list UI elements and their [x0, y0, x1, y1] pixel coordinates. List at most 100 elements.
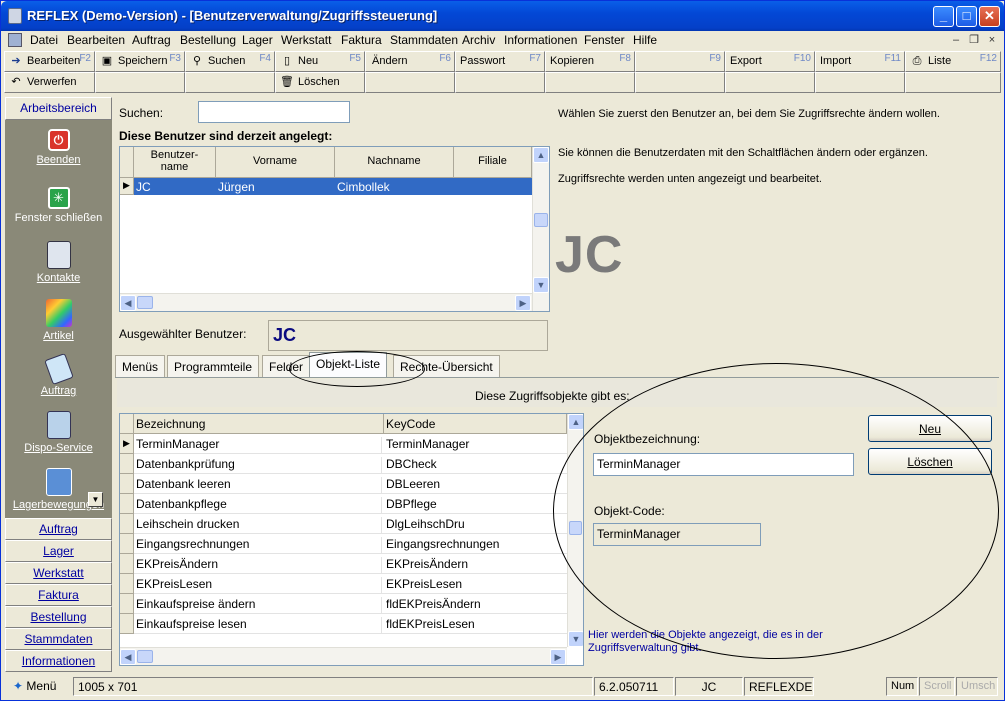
user-grid-vscroll[interactable]: ▲ ▼ — [532, 147, 549, 311]
delete-object-button[interactable]: Löschen — [868, 448, 992, 475]
scroll-right-icon[interactable]: ▶ — [550, 649, 566, 665]
menu-fenster[interactable]: Fenster — [584, 33, 625, 47]
sidebar-button-bestellung[interactable]: Bestellung — [5, 606, 112, 628]
scroll-left-icon[interactable]: ◀ — [120, 295, 136, 311]
user-grid-col-vorname[interactable]: Vorname — [216, 147, 335, 178]
toolbar-aendern-button[interactable]: Ändern F6 — [365, 51, 455, 72]
toolbar-liste-button[interactable]: ⎙ Liste F12 — [905, 51, 1001, 72]
sidebar-item-beenden[interactable]: ⏻ Beenden — [5, 129, 112, 166]
sidebar-button-stammdaten[interactable]: Stammdaten — [5, 628, 112, 650]
sidebar-button-faktura[interactable]: Faktura — [5, 584, 112, 606]
scroll-down-icon[interactable]: ▼ — [568, 631, 583, 647]
menu-lager[interactable]: Lager — [242, 33, 273, 47]
mdi-restore-button[interactable]: ❐ — [966, 33, 982, 47]
contacts-icon — [46, 241, 71, 269]
magnifier-icon: ⚲ — [192, 55, 202, 67]
sidebar-item-dispo-service[interactable]: Dispo-Service — [5, 411, 112, 454]
object-cell-keycode: EKPreisLesen — [386, 577, 463, 591]
tab-objekt-liste[interactable]: Objekt-Liste — [309, 352, 388, 378]
sidebar-button-informationen[interactable]: Informationen — [5, 650, 112, 672]
scroll-left-icon[interactable]: ◀ — [120, 649, 136, 665]
objects-grid-hscroll[interactable]: ◀ ▶ — [120, 647, 567, 665]
sidebar-item-artikel[interactable]: Artikel — [5, 299, 112, 342]
toolbar-f9-button[interactable]: F9 — [635, 51, 725, 72]
scroll-down-icon[interactable]: ▼ — [533, 277, 549, 293]
minimize-button[interactable]: _ — [933, 6, 954, 27]
menu-archiv[interactable]: Archiv — [462, 33, 495, 47]
table-row[interactable]: Eingangsrechnungen Eingangsrechnungen — [120, 534, 567, 554]
mdi-minimize-button[interactable]: – — [948, 33, 964, 47]
mdi-close-button[interactable]: × — [984, 33, 1000, 47]
table-row[interactable]: Datenbank leeren DBLeeren — [120, 474, 567, 494]
menu-faktura[interactable]: Faktura — [341, 33, 382, 47]
scroll-up-icon[interactable]: ▲ — [533, 147, 549, 163]
menu-auftrag[interactable]: Auftrag — [132, 33, 171, 47]
table-row[interactable]: Einkaufspreise lesen fldEKPreisLesen — [120, 614, 567, 634]
tab-menues[interactable]: Menüs — [115, 355, 166, 377]
close-button[interactable]: ✕ — [979, 6, 1000, 27]
table-row[interactable]: ▶ TerminManager TerminManager — [120, 434, 567, 454]
menu-bearbeiten[interactable]: Bearbeiten — [67, 33, 125, 47]
menu-stammdaten[interactable]: Stammdaten — [390, 33, 458, 47]
user-cell-username: JC — [136, 180, 151, 194]
table-row[interactable]: Datenbankprüfung DBCheck — [120, 454, 567, 474]
toolbar-kopieren-button[interactable]: Kopieren F8 — [545, 51, 635, 72]
scroll-thumb[interactable] — [137, 296, 153, 309]
toolbar-export-button[interactable]: Export F10 — [725, 51, 815, 72]
object-name-field[interactable]: TerminManager — [593, 453, 854, 476]
toolbar-bearbeiten-button[interactable]: ➔ Bearbeiten F2 — [4, 51, 95, 72]
menu-hilfe[interactable]: Hilfe — [633, 33, 657, 47]
scroll-up-icon[interactable]: ▲ — [568, 414, 583, 430]
new-object-button[interactable]: Neu — [868, 415, 992, 442]
document-icon[interactable] — [8, 33, 22, 47]
toolbar-speichern-button[interactable]: ▣ Speichern F3 — [95, 51, 185, 72]
table-row[interactable]: Einkaufspreise ändern fldEKPreisÄndern — [120, 594, 567, 614]
object-name-label: Objektbezeichnung: — [594, 432, 701, 446]
sidebar-scroll-down-button[interactable]: ▼ — [88, 492, 103, 507]
status-menu-button[interactable]: ✦ Menü — [9, 677, 72, 696]
scroll-right-icon[interactable]: ▶ — [515, 295, 531, 311]
table-row[interactable]: EKPreisLesen EKPreisLesen — [120, 574, 567, 594]
objects-grid-vscroll[interactable]: ▲ ▼ — [567, 414, 583, 647]
objects-col-keycode[interactable]: KeyCode — [384, 414, 567, 434]
sidebar-item-kontakte[interactable]: Kontakte — [5, 241, 112, 284]
table-row[interactable]: Datenbankpflege DBPflege — [120, 494, 567, 514]
user-grid-col-nachname[interactable]: Nachname — [335, 147, 454, 178]
toolbar-import-button[interactable]: Import F11 — [815, 51, 905, 72]
table-row[interactable]: Leihschein drucken DlgLeihschDru — [120, 514, 567, 534]
sidebar-button-auftrag[interactable]: Auftrag — [5, 518, 112, 540]
row-header — [120, 494, 134, 514]
menu-bestellung[interactable]: Bestellung — [180, 33, 236, 47]
user-grid-col-filiale[interactable]: Filiale — [454, 147, 532, 178]
sidebar-header[interactable]: Arbeitsbereich — [5, 97, 112, 120]
toolbar-suchen-button[interactable]: ⚲ Suchen F4 — [185, 51, 275, 72]
table-row[interactable]: ▶ JC Jürgen Cimbollek — [120, 178, 532, 195]
search-input[interactable] — [198, 101, 350, 123]
user-grid-col-username[interactable]: Benutzer- name — [134, 147, 216, 178]
scroll-thumb[interactable] — [137, 650, 153, 663]
objects-col-bezeichnung[interactable]: Bezeichnung — [134, 414, 384, 434]
tab-felder[interactable]: Felder — [262, 355, 311, 377]
menu-werkstatt[interactable]: Werkstatt — [281, 33, 331, 47]
tab-rechte-uebersicht[interactable]: Rechte-Übersicht — [393, 355, 500, 377]
maximize-button[interactable]: □ — [956, 6, 977, 27]
sidebar-button-lager[interactable]: Lager — [5, 540, 112, 562]
toolbar-loeschen-button[interactable]: 🗑 Löschen — [275, 72, 365, 93]
menu-datei[interactable]: Datei — [30, 33, 58, 47]
table-row[interactable]: EKPreisÄndern EKPreisÄndern — [120, 554, 567, 574]
sidebar-item-auftrag[interactable]: Auftrag — [5, 353, 112, 397]
toolbar-passwort-button[interactable]: Passwort F7 — [455, 51, 545, 72]
toolbar-verwerfen-button[interactable]: ↶ Verwerfen — [4, 72, 95, 93]
app-icon — [8, 8, 22, 24]
tab-programmteile[interactable]: Programmteile — [167, 355, 260, 377]
toolbar-neu-button[interactable]: ▯ Neu F5 — [275, 51, 365, 72]
toolbar-empty-1 — [95, 72, 185, 93]
menu-informationen[interactable]: Informationen — [504, 33, 577, 47]
sidebar-button-werkstatt[interactable]: Werkstatt — [5, 562, 112, 584]
sidebar-item-fenster-schliessen[interactable]: ✳ Fenster schließen — [5, 187, 112, 224]
user-grid-hscroll[interactable]: ◀ ▶ — [120, 293, 532, 311]
selected-user-value: JC — [268, 320, 548, 351]
scroll-thumb[interactable] — [569, 521, 582, 535]
scroll-thumb[interactable] — [534, 213, 548, 227]
object-cell-keycode: EKPreisÄndern — [386, 557, 469, 571]
